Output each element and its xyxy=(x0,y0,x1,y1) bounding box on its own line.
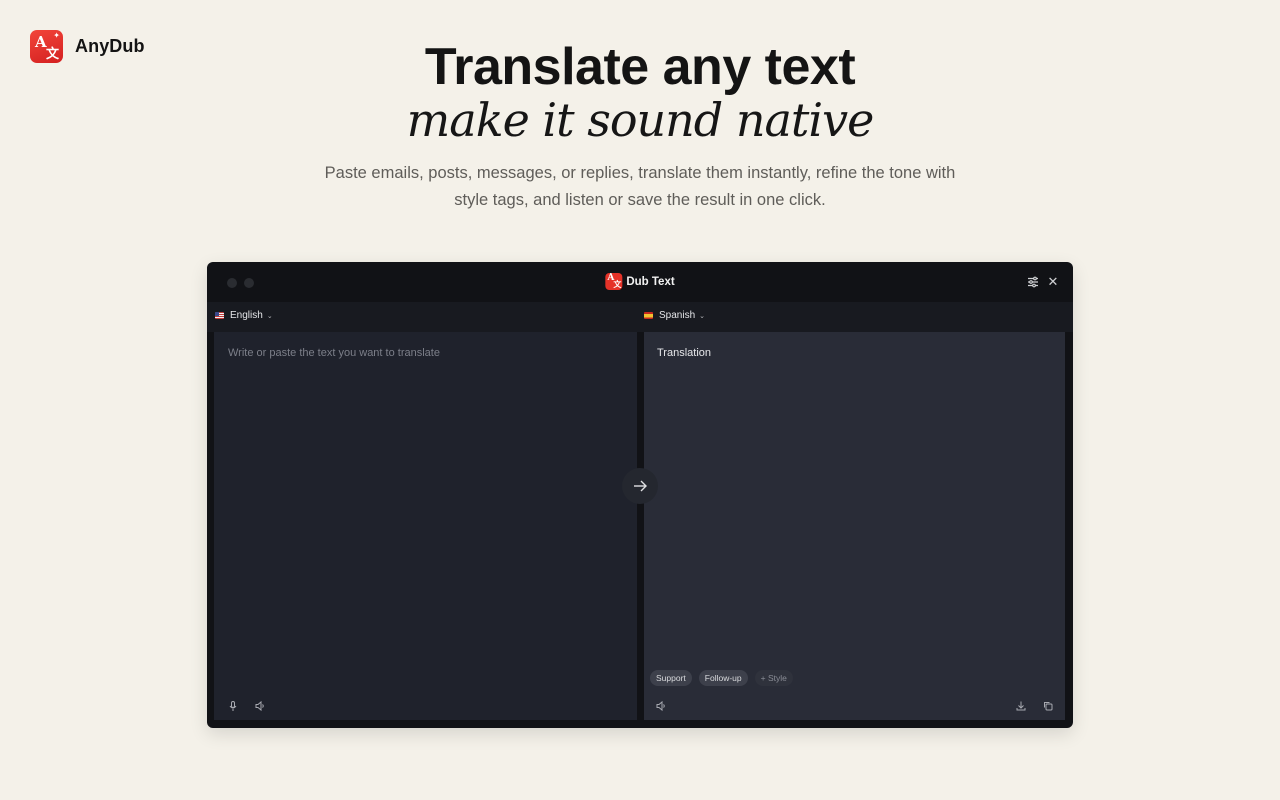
target-language-label: Spanish xyxy=(659,310,696,321)
window-title: A文 Dub Text xyxy=(605,273,675,290)
window-titlebar: A文 Dub Text ✕ xyxy=(207,262,1073,302)
speaker-icon[interactable] xyxy=(655,700,667,712)
translation-output: Translation xyxy=(657,347,712,359)
window-control-dot[interactable] xyxy=(244,278,254,288)
style-tag[interactable]: Support xyxy=(650,670,692,686)
hero: Translate any text make it sound native … xyxy=(0,38,1280,214)
window-control-dot[interactable] xyxy=(227,278,237,288)
source-language-label: English xyxy=(230,310,263,321)
hero-description: Paste emails, posts, messages, or replie… xyxy=(324,164,956,209)
chevron-down-icon: ⌄ xyxy=(699,312,706,320)
translate-arrow-button[interactable] xyxy=(622,468,658,504)
target-language-select[interactable]: Spanish ⌄ xyxy=(644,310,705,321)
source-language-select[interactable]: English ⌄ xyxy=(215,310,273,321)
hero-subheadline: make it sound native xyxy=(406,93,875,147)
copy-icon[interactable] xyxy=(1042,700,1054,712)
chevron-down-icon: ⌄ xyxy=(266,312,273,320)
us-flag-icon xyxy=(215,312,224,319)
style-tag[interactable]: Follow-up xyxy=(698,670,748,686)
speaker-icon[interactable] xyxy=(254,700,266,712)
settings-sliders-icon[interactable] xyxy=(1026,275,1040,289)
window-title-text: Dub Text xyxy=(626,275,675,288)
style-tags: Support Follow-up + Style xyxy=(650,670,793,686)
hero-headline: Translate any text xyxy=(424,38,856,96)
es-flag-icon xyxy=(644,312,653,319)
translate-arrow-icon xyxy=(634,480,647,492)
add-style-button[interactable]: + Style xyxy=(754,670,793,686)
dub-text-window: A文 Dub Text ✕ English ⌄ Spanish ⌄ Write … xyxy=(207,262,1073,728)
language-bar: English ⌄ Spanish ⌄ xyxy=(207,302,1073,332)
translation-panel: Translation Support Follow-up + Style xyxy=(644,332,1065,720)
source-text-input[interactable]: Write or paste the text you want to tran… xyxy=(228,347,440,359)
source-text-panel[interactable]: Write or paste the text you want to tran… xyxy=(214,332,637,720)
close-icon[interactable]: ✕ xyxy=(1046,275,1060,289)
app-logo-icon: A文 xyxy=(605,273,623,290)
download-icon[interactable] xyxy=(1015,700,1027,712)
microphone-icon[interactable] xyxy=(227,700,239,712)
